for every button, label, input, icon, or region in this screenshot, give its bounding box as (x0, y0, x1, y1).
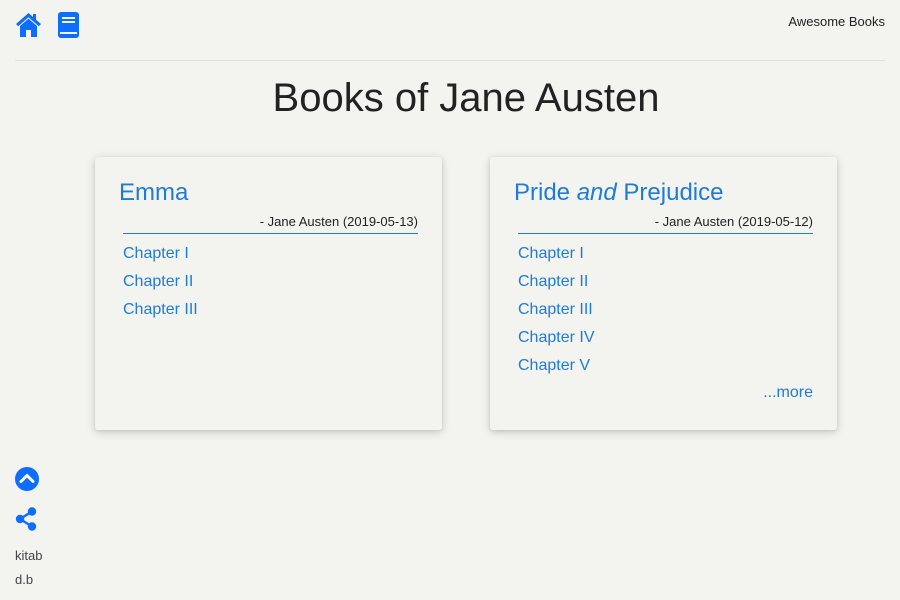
book-title-pride-and-prejudice[interactable]: Pride and Prejudice (514, 179, 723, 207)
list-item: Chapter II (123, 271, 198, 299)
books-link[interactable] (58, 12, 79, 38)
scroll-top-button[interactable] (15, 467, 39, 491)
chevron-up-circle-icon (15, 467, 39, 491)
top-navbar: Awesome Books (15, 0, 885, 61)
chapter-link[interactable]: Chapter IV (518, 329, 594, 346)
book-title-emma[interactable]: Emma (119, 179, 188, 207)
share-button[interactable] (15, 507, 37, 531)
chapter-link[interactable]: Chapter II (123, 273, 193, 290)
book-meta: - Jane Austen (2019-05-12) (518, 214, 813, 234)
share-icon (15, 507, 37, 531)
footer-text: d.b (15, 572, 34, 587)
home-link[interactable] (15, 12, 42, 38)
page-title: Books of Jane Austen (272, 76, 660, 120)
chapter-link[interactable]: Chapter V (518, 357, 590, 374)
book-card-pride-and-prejudice: Pride and Prejudice - Jane Austen (2019-… (490, 157, 837, 430)
title-part: Prejudice (616, 179, 724, 206)
brand-link[interactable]: Awesome Books (788, 14, 885, 29)
list-item: Chapter I (123, 243, 198, 271)
list-item: Chapter III (123, 299, 198, 327)
list-item: Chapter IV (518, 327, 594, 355)
list-item: Chapter V (518, 355, 594, 383)
chapter-link[interactable]: Chapter III (123, 301, 198, 318)
book-meta: - Jane Austen (2019-05-13) (123, 214, 418, 234)
list-item: Chapter III (518, 299, 594, 327)
chapter-list: Chapter I Chapter II Chapter III (123, 243, 198, 327)
title-emphasis: and (576, 179, 617, 206)
chapter-link[interactable]: Chapter I (123, 245, 189, 262)
chapter-list: Chapter I Chapter II Chapter III Chapter… (518, 243, 594, 383)
title-part: Pride (514, 179, 577, 206)
chapter-link[interactable]: Chapter III (518, 301, 593, 318)
home-icon (16, 13, 41, 37)
chapter-link[interactable]: Chapter I (518, 245, 584, 262)
page: Awesome Books Books of Jane Austen Emma … (0, 0, 900, 600)
book-icon (58, 12, 79, 38)
book-card-emma: Emma - Jane Austen (2019-05-13) Chapter … (95, 157, 442, 430)
chapter-link[interactable]: Chapter II (518, 273, 588, 290)
footer-text: kitab (15, 548, 43, 563)
more-chapters-link[interactable]: ...more (763, 384, 813, 402)
list-item: Chapter I (518, 243, 594, 271)
list-item: Chapter II (518, 271, 594, 299)
